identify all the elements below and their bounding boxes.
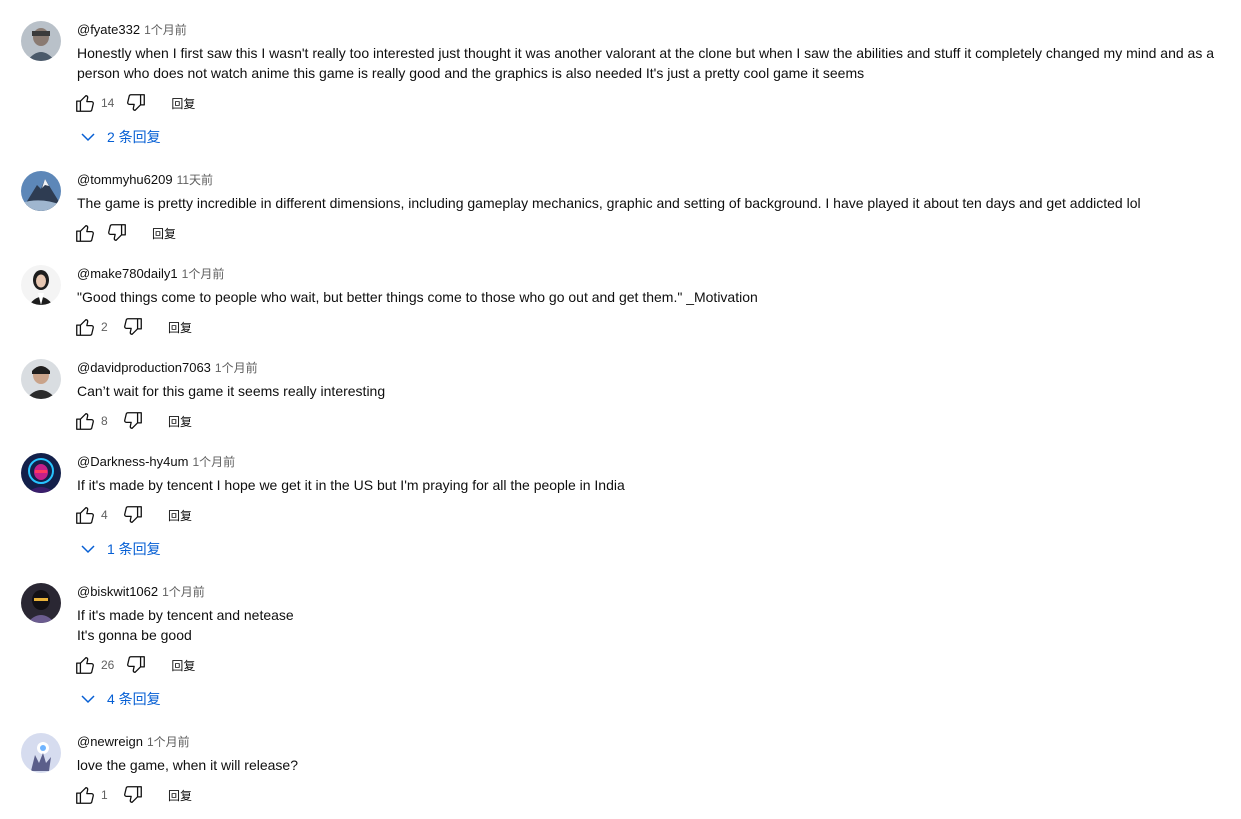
- comment-text: If it's made by tencent and netease It's…: [77, 607, 294, 643]
- avatar[interactable]: [21, 583, 61, 623]
- comment-header: @newreign 1个月前: [77, 733, 190, 751]
- comment-actions: 4 回复: [73, 503, 192, 527]
- comment-text: Can’t wait for this game it seems really…: [77, 383, 386, 399]
- avatar-image: [21, 359, 61, 399]
- comment-author[interactable]: @Darkness-hy4um: [77, 454, 188, 469]
- comment-actions: 1 回复: [73, 783, 192, 807]
- dislike-button[interactable]: [121, 503, 145, 527]
- thumb-up-icon: [76, 507, 94, 524]
- comment-time[interactable]: 1个月前: [215, 361, 258, 375]
- dislike-button[interactable]: [121, 409, 145, 433]
- like-count: 8: [101, 414, 108, 428]
- thumb-down-icon: [124, 318, 142, 335]
- comment-text: Honestly when I first saw this I wasn't …: [77, 45, 1215, 81]
- avatar-image: [21, 733, 61, 773]
- replies-count-label: 2 条回复: [107, 129, 161, 145]
- comment-header: @biskwit1062 1个月前: [77, 583, 205, 601]
- replies-count-label: 1 条回复: [107, 541, 161, 557]
- comment-text: "Good things come to people who wait, bu…: [77, 289, 758, 305]
- comment-header: @davidproduction7063 1个月前: [77, 359, 258, 377]
- avatar-image: [21, 21, 61, 61]
- thumb-up-icon: [76, 657, 94, 674]
- reply-button[interactable]: 回复: [168, 787, 192, 804]
- avatar[interactable]: [21, 359, 61, 399]
- avatar-image: [21, 583, 61, 623]
- dislike-button[interactable]: [121, 783, 145, 807]
- comment-time[interactable]: 1个月前: [147, 735, 190, 749]
- thumb-down-icon: [127, 94, 146, 111]
- dislike-button[interactable]: [105, 221, 129, 245]
- dislike-button[interactable]: [121, 315, 145, 339]
- comment-header: @tommyhu6209 11天前: [77, 171, 213, 189]
- dislike-button[interactable]: [124, 91, 148, 115]
- comment-actions: 14 回复: [73, 91, 195, 115]
- comment-actions: 26 回复: [73, 653, 195, 677]
- avatar[interactable]: [21, 171, 61, 211]
- comment-time[interactable]: 1个月前: [192, 455, 235, 469]
- like-button[interactable]: [73, 409, 97, 433]
- avatar[interactable]: [21, 21, 61, 61]
- comment-text: love the game, when it will release?: [77, 757, 299, 773]
- comment-author[interactable]: @davidproduction7063: [77, 360, 211, 375]
- chevron-down-icon: [81, 695, 95, 704]
- like-button[interactable]: [73, 315, 97, 339]
- comment-text: The game is pretty incredible in differe…: [77, 195, 1141, 211]
- avatar[interactable]: [21, 453, 61, 493]
- comment-actions: 8 回复: [73, 409, 192, 433]
- chevron-down-icon: [81, 133, 95, 142]
- comment-author[interactable]: @fyate332: [77, 22, 140, 37]
- like-button[interactable]: [73, 503, 97, 527]
- comment-author[interactable]: @make780daily1: [77, 266, 178, 281]
- avatar[interactable]: [21, 733, 61, 773]
- comment-author[interactable]: @tommyhu6209: [77, 172, 173, 187]
- reply-button[interactable]: 回复: [171, 657, 195, 674]
- avatar-image: [21, 171, 61, 211]
- like-count: 2: [101, 320, 108, 334]
- thumb-up-icon: [76, 319, 94, 336]
- thumb-up-icon: [76, 413, 94, 430]
- view-replies-button[interactable]: 1 条回复: [80, 538, 161, 560]
- reply-button[interactable]: 回复: [152, 225, 176, 242]
- comment-time[interactable]: 11天前: [177, 173, 213, 187]
- like-count: 1: [101, 788, 108, 802]
- comment-header: @Darkness-hy4um 1个月前: [77, 453, 235, 471]
- like-count: 4: [101, 508, 108, 522]
- reply-button[interactable]: 回复: [168, 507, 192, 524]
- view-replies-button[interactable]: 4 条回复: [80, 688, 161, 710]
- replies-count-label: 4 条回复: [107, 691, 161, 707]
- thumb-down-icon: [124, 506, 142, 523]
- avatar-image: [21, 265, 61, 305]
- like-button[interactable]: [73, 653, 97, 677]
- reply-button[interactable]: 回复: [171, 95, 195, 112]
- like-count: 14: [101, 96, 115, 110]
- avatar-image: [21, 453, 61, 493]
- comment-header: @fyate332 1个月前: [77, 21, 187, 39]
- like-button[interactable]: [73, 91, 97, 115]
- thumb-up-icon: [76, 787, 94, 804]
- thumb-down-icon: [124, 412, 142, 429]
- reply-button[interactable]: 回复: [168, 413, 192, 430]
- comment-author[interactable]: @biskwit1062: [77, 584, 158, 599]
- dislike-button[interactable]: [124, 653, 148, 677]
- comment-header: @make780daily1 1个月前: [77, 265, 224, 283]
- thumb-down-icon: [127, 656, 146, 673]
- avatar[interactable]: [21, 265, 61, 305]
- view-replies-button[interactable]: 2 条回复: [80, 126, 161, 148]
- comment-text: If it's made by tencent I hope we get it…: [77, 477, 625, 493]
- like-count: 26: [101, 658, 115, 672]
- comment-author[interactable]: @newreign: [77, 734, 143, 749]
- like-button[interactable]: [73, 221, 97, 245]
- chevron-down-icon: [81, 545, 95, 554]
- thumb-up-icon: [76, 95, 94, 112]
- thumb-up-icon: [76, 225, 94, 242]
- reply-button[interactable]: 回复: [168, 319, 192, 336]
- like-button[interactable]: [73, 783, 97, 807]
- thumb-down-icon: [108, 224, 126, 241]
- thumb-down-icon: [124, 786, 142, 803]
- comment-time[interactable]: 1个月前: [162, 585, 205, 599]
- comment-time[interactable]: 1个月前: [182, 267, 225, 281]
- comment-actions: 2 回复: [73, 315, 192, 339]
- comment-actions: 回复: [73, 221, 176, 245]
- comment-time[interactable]: 1个月前: [144, 23, 187, 37]
